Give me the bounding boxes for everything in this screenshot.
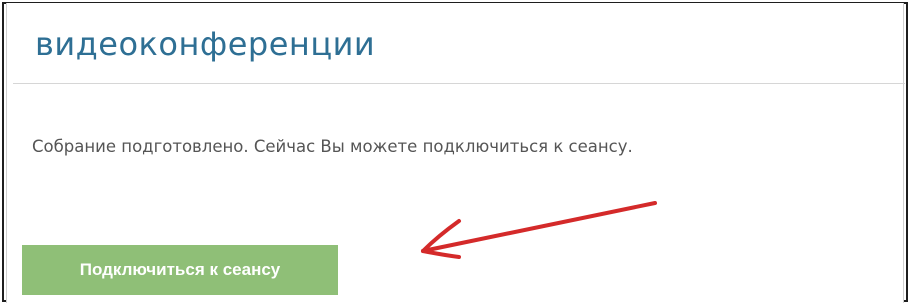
connect-session-button[interactable]: Подключиться к сеансу: [22, 245, 338, 295]
arrow-shaft: [421, 201, 657, 253]
red-arrow-icon: [421, 201, 657, 259]
arrow-head-lower: [421, 249, 461, 259]
screenshot-frame: видеоконференции Собрание подготовлено. …: [0, 0, 914, 305]
status-message: Собрание подготовлено. Сейчас Вы можете …: [32, 137, 633, 156]
title-divider: [13, 83, 905, 84]
page-title: видеоконференции: [35, 25, 376, 63]
